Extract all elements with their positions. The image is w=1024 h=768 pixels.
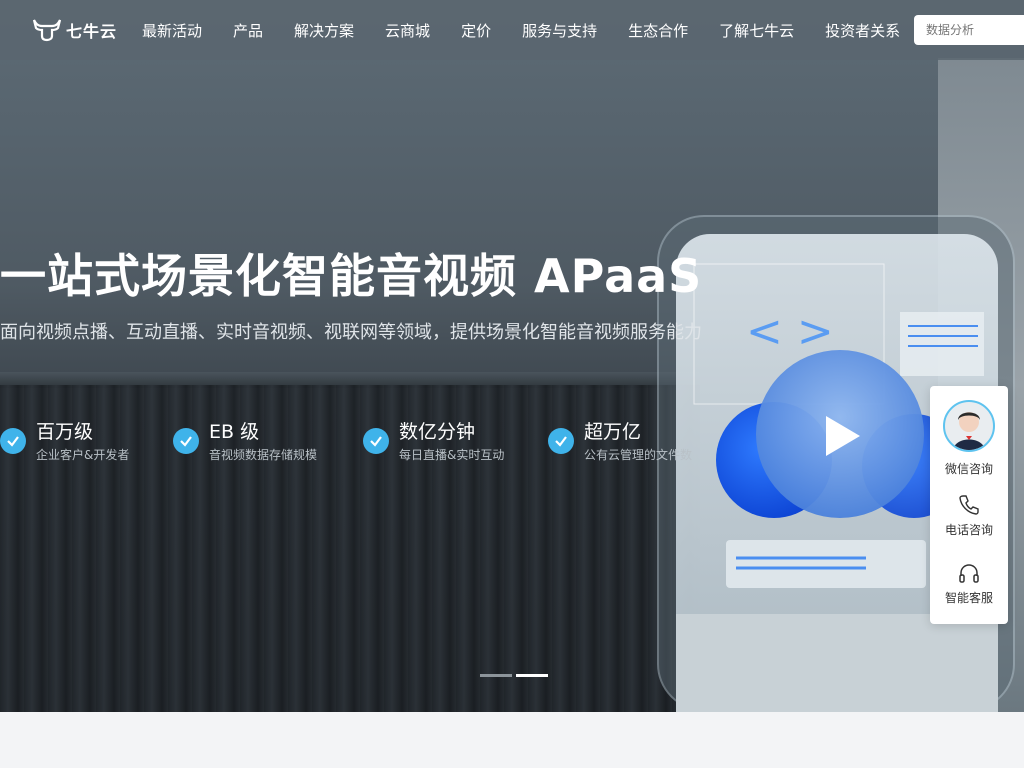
carousel-dot-2[interactable] xyxy=(516,674,548,677)
hero-title: 一站式场景化智能音视频 APaaS xyxy=(0,249,703,303)
carousel-indicators xyxy=(480,674,548,677)
stat-customers: 百万级 企业客户&开发者 xyxy=(0,420,129,463)
check-icon xyxy=(363,428,389,454)
agent-avatar xyxy=(943,400,995,452)
phone-consult-button[interactable]: 电话咨询 xyxy=(930,494,1008,538)
search-input[interactable] xyxy=(914,15,1024,45)
stat-files: 超万亿 公有云管理的文件数 xyxy=(548,420,692,463)
check-icon xyxy=(548,428,574,454)
menu-item-marketplace[interactable]: 云商城 xyxy=(385,20,430,41)
stat-value: 超万亿 xyxy=(584,421,642,443)
hero-banner[interactable]: < > 一站式场景化智能音视频 APaaS 面向视频点播、互动直播、实时音视频、… xyxy=(0,0,1024,712)
stat-storage: EB 级 音视频数据存储规模 xyxy=(173,420,317,463)
check-icon xyxy=(0,428,26,454)
menu-item-products[interactable]: 产品 xyxy=(233,20,263,41)
main-menu: 最新活动 产品 解决方案 云商城 定价 服务与支持 生态合作 了解七牛云 投资者… xyxy=(142,0,931,60)
carousel-dot-1[interactable] xyxy=(480,674,512,677)
logo-text: 七牛云 xyxy=(66,22,118,41)
menu-item-investors[interactable]: 投资者关系 xyxy=(825,20,900,41)
bull-logo-icon xyxy=(32,19,62,42)
menu-item-support[interactable]: 服务与支持 xyxy=(522,20,597,41)
menu-item-pricing[interactable]: 定价 xyxy=(461,20,491,41)
stat-description: 音视频数据存储规模 xyxy=(209,448,318,462)
stat-minutes: 数亿分钟 每日直播&实时互动 xyxy=(363,420,504,463)
svg-text:< >: < > xyxy=(746,306,834,357)
menu-item-solutions[interactable]: 解决方案 xyxy=(294,20,354,41)
hero-subtitle: 面向视频点播、互动直播、实时音视频、视联网等领域，提供场景化智能音视频服务能力 xyxy=(0,322,702,343)
stat-description: 公有云管理的文件数 xyxy=(584,448,693,462)
stat-value: 百万级 xyxy=(36,421,94,443)
top-navigation: 七牛云 最新活动 产品 解决方案 云商城 定价 服务与支持 生态合作 了解七牛云… xyxy=(0,0,1024,60)
headset-icon xyxy=(959,564,979,583)
check-icon xyxy=(173,428,199,454)
wechat-consult-label: 微信咨询 xyxy=(944,462,993,476)
smart-service-label: 智能客服 xyxy=(944,591,993,605)
phone-icon xyxy=(959,495,979,515)
wechat-consult-button[interactable]: 微信咨询 xyxy=(930,400,1008,477)
stat-description: 每日直播&实时互动 xyxy=(399,448,505,462)
menu-item-about[interactable]: 了解七牛云 xyxy=(719,20,794,41)
smart-service-button[interactable]: 智能客服 xyxy=(930,562,1008,606)
logo[interactable]: 七牛云 xyxy=(32,18,117,42)
menu-item-activities[interactable]: 最新活动 xyxy=(142,20,202,41)
stat-description: 企业客户&开发者 xyxy=(36,448,130,462)
menu-item-ecosystem[interactable]: 生态合作 xyxy=(628,20,688,41)
phone-consult-label: 电话咨询 xyxy=(944,523,993,537)
contact-side-panel: 微信咨询 电话咨询 智能客服 xyxy=(930,386,1008,624)
stat-value: 数亿分钟 xyxy=(399,421,476,443)
stat-value: EB 级 xyxy=(209,421,260,443)
page-content-area xyxy=(0,712,1024,768)
